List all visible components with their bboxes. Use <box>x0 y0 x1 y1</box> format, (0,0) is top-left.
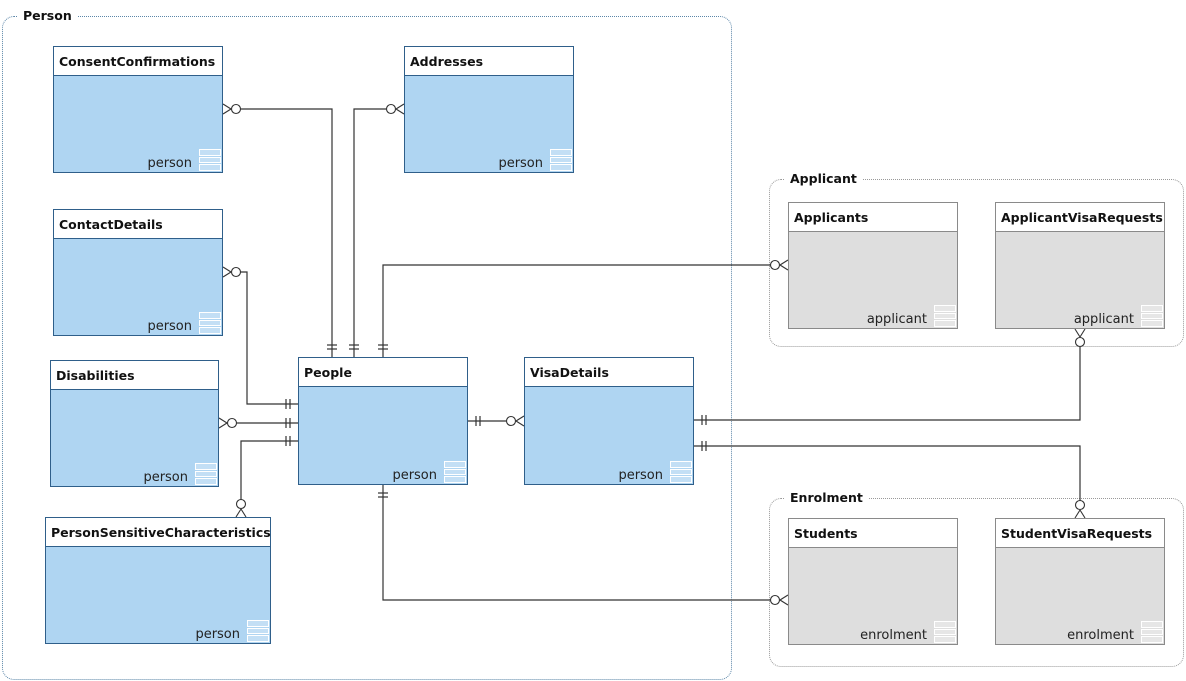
schema-label: applicant <box>1073 312 1134 327</box>
zero-marker <box>1074 336 1086 348</box>
table-name: ContactDetails <box>54 210 222 239</box>
crow-foot-marker <box>395 103 405 110</box>
zero-marker <box>235 498 247 510</box>
zero-marker <box>230 103 242 115</box>
crow-foot-marker <box>1079 328 1086 338</box>
zero-marker <box>769 259 781 271</box>
crow-foot-marker <box>222 103 232 110</box>
crow-foot-marker <box>235 508 242 518</box>
table-disabilities[interactable]: Disabilities person <box>50 360 219 487</box>
schema-label: enrolment <box>1067 628 1134 643</box>
table-stack-icon <box>550 149 572 172</box>
crow-foot-marker <box>222 108 232 115</box>
schema-label: enrolment <box>860 628 927 643</box>
crow-foot-marker <box>395 108 405 115</box>
table-stack-icon <box>1141 305 1163 328</box>
relationship-line <box>694 445 1081 505</box>
table-name: PersonSensitiveCharacteristics <box>46 518 271 547</box>
table-students[interactable]: Students enrolment <box>788 518 958 645</box>
schema-label: person <box>618 468 663 483</box>
table-consent[interactable]: ConsentConfirmations person <box>53 46 223 173</box>
table-name: Applicants <box>789 203 957 232</box>
table-psc[interactable]: PersonSensitiveCharacteristics person <box>45 517 271 644</box>
crow-foot-marker <box>222 266 232 273</box>
crow-foot-marker <box>1074 328 1081 338</box>
crow-foot-marker <box>1079 509 1086 519</box>
zero-marker <box>230 266 242 278</box>
table-name: VisaDetails <box>525 358 693 387</box>
table-stack-icon <box>1141 621 1163 644</box>
table-contact[interactable]: ContactDetails person <box>53 209 223 336</box>
table-stack-icon <box>444 461 466 484</box>
table-stack-icon <box>195 463 217 486</box>
relationship-line <box>353 108 391 357</box>
schema-label: person <box>143 470 188 485</box>
schema-label: person <box>147 319 192 334</box>
schema-label: applicant <box>866 312 927 327</box>
table-applicants[interactable]: Applicants applicant <box>788 202 958 329</box>
table-stack-icon <box>199 149 221 172</box>
schema-label: person <box>498 156 543 171</box>
relationship-line <box>236 271 298 405</box>
schema-label: person <box>147 156 192 171</box>
table-name: ConsentConfirmations <box>54 47 222 76</box>
table-visa[interactable]: VisaDetails person <box>524 357 694 485</box>
crow-foot-marker <box>779 599 789 606</box>
table-svr[interactable]: StudentVisaRequests enrolment <box>995 518 1165 645</box>
table-name: Disabilities <box>51 361 218 390</box>
crow-foot-marker <box>779 264 789 271</box>
relationship-line <box>382 485 775 601</box>
table-stack-icon <box>247 620 269 643</box>
table-stack-icon <box>934 305 956 328</box>
table-name: People <box>299 358 467 387</box>
zero-marker <box>505 415 517 427</box>
crow-foot-marker <box>1074 509 1081 519</box>
crow-foot-marker <box>240 508 247 518</box>
table-people[interactable]: People person <box>298 357 468 485</box>
crow-foot-marker <box>218 417 228 424</box>
relationship-line <box>382 264 775 357</box>
zero-marker <box>226 417 238 429</box>
table-stack-icon <box>199 312 221 335</box>
table-name: ApplicantVisaRequests <box>996 203 1164 232</box>
zero-marker <box>769 594 781 606</box>
table-name: Students <box>789 519 957 548</box>
schema-label: person <box>392 468 437 483</box>
relationship-line <box>240 440 298 504</box>
table-stack-icon <box>934 621 956 644</box>
crow-foot-marker <box>515 415 525 422</box>
table-stack-icon <box>670 461 692 484</box>
crow-foot-marker <box>779 259 789 266</box>
table-name: StudentVisaRequests <box>996 519 1164 548</box>
crow-foot-marker <box>222 271 232 278</box>
crow-foot-marker <box>218 422 228 429</box>
table-avr[interactable]: ApplicantVisaRequests applicant <box>995 202 1165 329</box>
schema-label: person <box>195 627 240 642</box>
crow-foot-marker <box>515 420 525 427</box>
table-addresses[interactable]: Addresses person <box>404 46 574 173</box>
zero-marker <box>1074 499 1086 511</box>
relationship-line <box>694 342 1081 421</box>
crow-foot-marker <box>779 594 789 601</box>
relationship-line <box>236 108 333 357</box>
zero-marker <box>385 103 397 115</box>
table-name: Addresses <box>405 47 573 76</box>
